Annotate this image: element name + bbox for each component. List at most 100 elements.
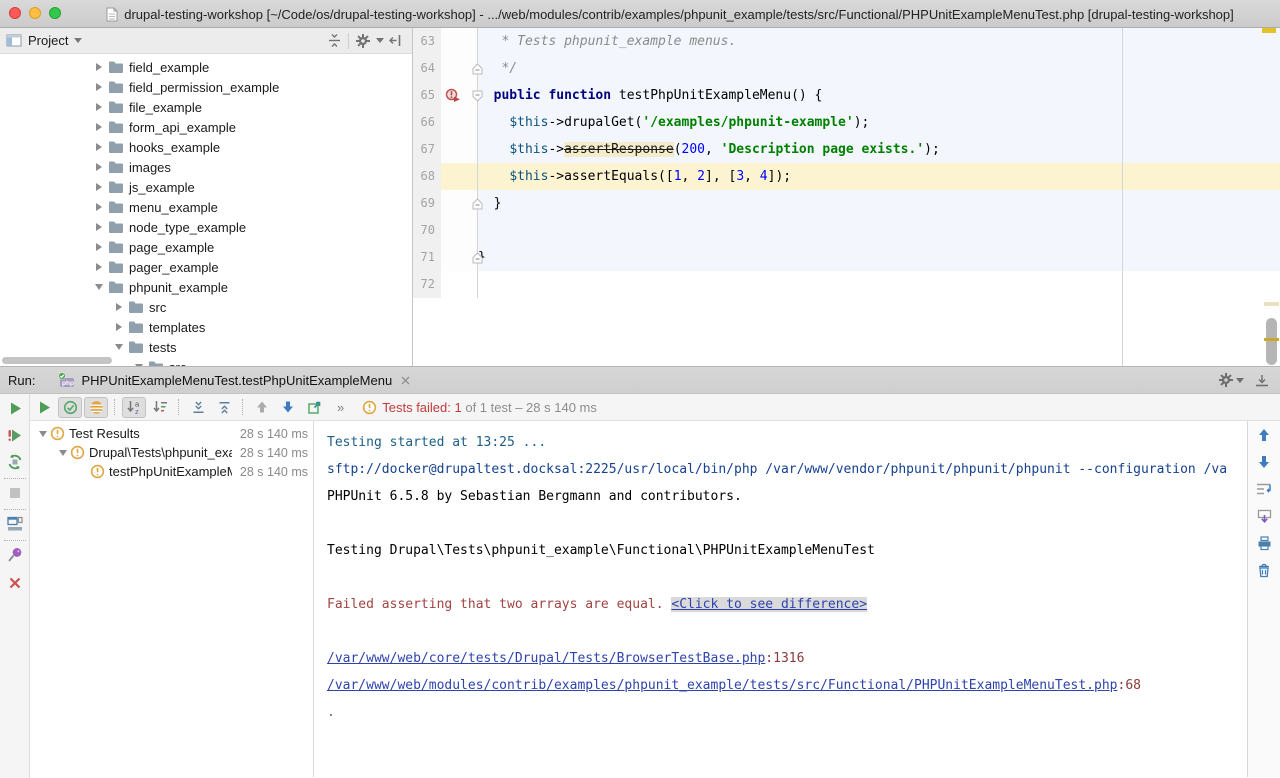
fold-marker-down[interactable] [472,89,483,107]
chevron-right-icon[interactable] [92,103,106,111]
fold-marker-up[interactable] [472,251,483,269]
code-line-64[interactable]: 64 */ [413,55,1280,82]
project-tree-item-field_permission_example[interactable]: field_permission_example [0,77,412,97]
code-line-72[interactable]: 72 [413,271,1280,298]
chevron-right-icon[interactable] [92,143,106,151]
project-tree-item-images[interactable]: images [0,157,412,177]
show-passed-icon[interactable] [58,397,82,418]
code-line-70[interactable]: 70 [413,217,1280,244]
code-line-65[interactable]: 65 public function testPhpUnitExampleMen… [413,82,1280,109]
chevron-down-icon[interactable] [36,431,50,437]
tree-item-label: form_api_example [129,120,236,135]
chevron-down-icon[interactable] [56,450,70,456]
code-line-68[interactable]: 68 $this->assertEquals([1, 2], [3, 4]); [413,163,1280,190]
gear-icon[interactable] [1218,372,1244,388]
chevron-right-icon[interactable] [112,323,126,331]
chevron-right-icon[interactable] [92,243,106,251]
minimize-window-button[interactable] [29,7,41,19]
project-tree-item-page_example[interactable]: page_example [0,237,412,257]
prev-failed-icon[interactable] [250,397,274,418]
project-tree-item-menu_example[interactable]: menu_example [0,197,412,217]
hide-panel-icon[interactable] [1254,373,1270,388]
run-configuration-tab[interactable]: php PHPUnitExampleMenuTest.testPhpUnitEx… [49,367,419,393]
console-link[interactable]: /var/www/web/modules/contrib/examples/ph… [327,678,1118,693]
rerun-icon[interactable] [7,400,23,416]
close-icon[interactable] [7,575,23,591]
up-stack-icon[interactable] [1256,427,1272,443]
close-icon[interactable] [400,375,411,386]
run-console[interactable]: Testing started at 13:25 ...sftp://docke… [315,421,1247,777]
project-tree-item-hooks_example[interactable]: hooks_example [0,137,412,157]
collapse-all-icon[interactable] [323,31,345,51]
chevron-right-icon[interactable] [92,183,106,191]
project-tree-item-file_example[interactable]: file_example [0,97,412,117]
collapse-all-tests-icon[interactable] [212,397,236,418]
test-tree-row[interactable]: testPhpUnitExampleMenu28 s 140 ms [30,462,313,481]
sort-duration-icon[interactable] [148,397,172,418]
export-test-results-icon[interactable] [302,397,326,418]
chevron-right-icon[interactable] [92,83,106,91]
next-failed-icon[interactable] [276,397,300,418]
project-tree-item-pager_example[interactable]: pager_example [0,257,412,277]
code-line-63[interactable]: 63 * Tests phpunit_example menus. [413,28,1280,55]
code-line-69[interactable]: 69 } [413,190,1280,217]
chevron-right-icon[interactable] [92,163,106,171]
chevron-right-icon[interactable] [92,263,106,271]
test-tree-row[interactable]: Test Results28 s 140 ms [30,424,313,443]
project-tree-item-node_type_example[interactable]: node_type_example [0,217,412,237]
chevron-right-icon[interactable] [92,203,106,211]
error-stripe-mark[interactable] [1262,28,1276,33]
console-link[interactable]: /var/www/web/core/tests/Drupal/Tests/Bro… [327,651,765,666]
sort-alpha-icon[interactable]: az [122,397,146,418]
project-tree-item-src[interactable]: src [0,297,412,317]
console-link[interactable]: <Click to see difference> [671,597,867,612]
code-editor[interactable]: 63 * Tests phpunit_example menus.64 */65… [413,28,1280,366]
close-window-button[interactable] [9,7,21,19]
chevron-right-icon[interactable] [92,223,106,231]
rerun-icon[interactable] [32,397,56,418]
pin-icon[interactable] [7,547,23,563]
folder-icon [108,140,124,154]
project-horizontal-scrollbar[interactable] [2,357,112,364]
zoom-window-button[interactable] [49,7,61,19]
fold-marker-up[interactable] [472,197,483,215]
scroll-end-icon[interactable] [1256,508,1272,524]
code-line-67[interactable]: 67 $this->assertResponse(200, 'Descripti… [413,136,1280,163]
code-line-71[interactable]: 71} [413,244,1280,271]
chevron-down-icon[interactable] [74,38,82,43]
line-number: 66 [413,109,441,136]
fold-marker-up[interactable] [472,62,483,80]
project-tree-item-js_example[interactable]: js_example [0,177,412,197]
console-layout-icon[interactable] [7,516,23,532]
show-ignored-icon[interactable] [84,397,108,418]
clear-console-icon[interactable] [1256,562,1272,578]
project-panel-header[interactable]: Project [0,28,412,54]
toolbar-overflow-icon[interactable]: » [337,400,344,415]
chevron-right-icon[interactable] [92,123,106,131]
project-tree-item-tests[interactable]: tests [0,337,412,357]
chevron-down-icon[interactable] [112,344,126,350]
stop-icon[interactable] [7,485,23,501]
project-tree-item-templates[interactable]: templates [0,317,412,337]
hide-panel-icon[interactable] [384,31,406,51]
code-line-66[interactable]: 66 $this->drupalGet('/examples/phpunit-e… [413,109,1280,136]
project-tree-item-phpunit_example[interactable]: phpunit_example [0,277,412,297]
rerun-failed-icon[interactable] [7,427,23,443]
gear-dropdown-chevron[interactable] [376,38,384,43]
error-stripe-mark-faded[interactable] [1264,302,1279,306]
gear-icon[interactable] [352,31,374,51]
auto-test-icon[interactable] [7,454,23,470]
tree-item-label: page_example [129,240,214,255]
test-failed-icon[interactable] [445,88,461,108]
editor-vertical-scrollbar[interactable] [1266,318,1277,365]
chevron-right-icon[interactable] [112,303,126,311]
test-tree-row[interactable]: Drupal\Tests\phpunit_example\Functional\… [30,443,313,462]
project-tree-item-field_example[interactable]: field_example [0,57,412,77]
print-icon[interactable] [1256,535,1272,551]
expand-all-icon[interactable] [186,397,210,418]
soft-wrap-icon[interactable] [1256,481,1272,497]
down-stack-icon[interactable] [1256,454,1272,470]
chevron-down-icon[interactable] [92,284,106,290]
project-tree-item-form_api_example[interactable]: form_api_example [0,117,412,137]
chevron-right-icon[interactable] [92,63,106,71]
